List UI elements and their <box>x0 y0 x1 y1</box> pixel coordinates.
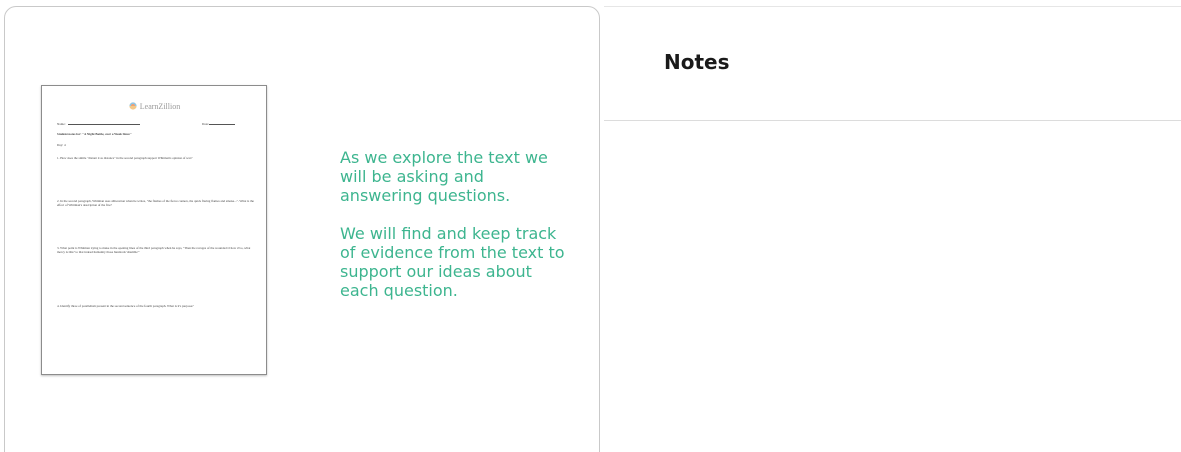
worksheet-question: 2. In the second paragraph, Whitman uses… <box>57 199 254 208</box>
slide-paragraph: As we explore the text we will be asking… <box>340 148 548 205</box>
learnzillion-logo-icon <box>128 102 138 110</box>
notes-top-border <box>604 6 1181 7</box>
lesson-slide-view: LearnZillion Name: Date: Student notes f… <box>0 0 1181 452</box>
worksheet-name-field: Name: <box>57 121 140 126</box>
slide-card: LearnZillion Name: Date: Student notes f… <box>4 6 600 452</box>
worksheet-question: 3. What point is Whitman trying to make … <box>57 246 251 255</box>
worksheet-question: 1. How does the simile "distant it as di… <box>57 156 193 160</box>
worksheet-name-label: Name: <box>57 122 66 126</box>
worksheet-source-line: Student notes for: "A Night Battle, over… <box>57 132 132 136</box>
worksheet-date-label: Date: <box>202 122 209 126</box>
worksheet-logo: LearnZillion <box>42 102 266 111</box>
worksheet-day-line: Day: 4 <box>57 143 66 147</box>
slide-paragraph: We will find and keep track of evidence … <box>340 224 565 300</box>
worksheet-thumbnail: LearnZillion Name: Date: Student notes f… <box>41 85 267 375</box>
worksheet-logo-text: LearnZillion <box>139 102 181 111</box>
notes-body[interactable] <box>604 121 1181 452</box>
worksheet-question: 4. Identify three of parallelism present… <box>57 304 194 308</box>
notes-title: Notes <box>664 50 730 74</box>
worksheet-date-field: Date: <box>202 121 235 126</box>
slide-body-text: As we explore the text we will be asking… <box>340 148 570 300</box>
